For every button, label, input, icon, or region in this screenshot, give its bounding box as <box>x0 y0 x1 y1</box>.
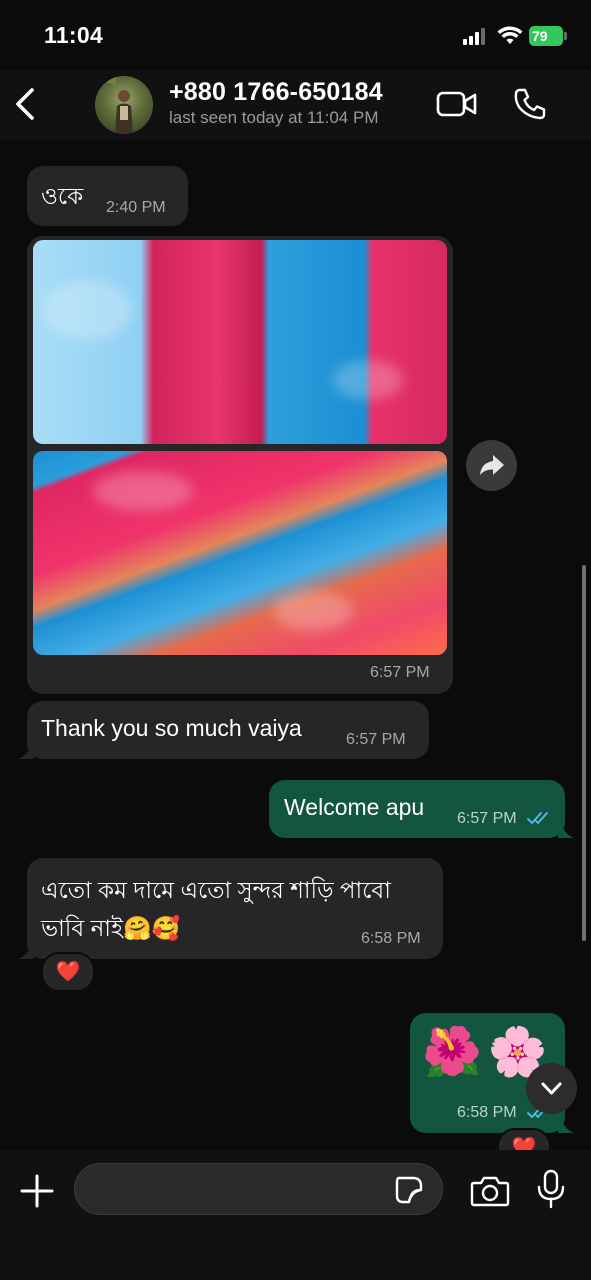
chat-screen: 11:04 79 +880 1766-650184 last seen toda… <box>0 0 591 1280</box>
sticker-icon[interactable] <box>393 1174 425 1206</box>
avatar[interactable] <box>95 76 153 134</box>
message-input[interactable] <box>74 1163 443 1215</box>
message-text: Thank you so much vaiya <box>41 715 302 741</box>
heart-reaction[interactable]: ❤️ <box>41 952 95 992</box>
battery-icon: 79 <box>529 26 567 46</box>
reaction-emoji: ❤️ <box>511 1137 537 1150</box>
read-receipt-icon <box>527 812 548 825</box>
message-time: 6:57 PM <box>370 664 430 681</box>
battery-level: 79 <box>529 26 563 46</box>
status-bar: 11:04 79 <box>0 0 591 70</box>
message-text-line-1: এতো কম দামে এতো সুন্দর শাড়ি পাবো <box>41 877 391 903</box>
wifi-icon <box>497 26 523 44</box>
saree-photo[interactable] <box>33 240 447 444</box>
message-bubble[interactable]: ওকে 2:40 PM <box>27 166 188 226</box>
video-call-icon[interactable] <box>436 89 478 119</box>
bubble-tail <box>18 745 34 759</box>
forward-icon <box>480 455 504 475</box>
bubble-tail <box>18 945 34 959</box>
message-time: 6:57 PM <box>457 810 517 827</box>
message-text: Welcome apu <box>284 794 425 820</box>
message-time: 6:58 PM <box>361 930 421 947</box>
bubble-tail <box>558 1119 574 1133</box>
message-time: 6:58 PM <box>457 1104 517 1121</box>
camera-icon[interactable] <box>470 1174 510 1208</box>
status-time: 11:04 <box>44 22 104 48</box>
scroll-down-button[interactable] <box>526 1063 577 1114</box>
last-seen-status: last seen today at 11:04 PM <box>169 108 379 127</box>
forward-button[interactable] <box>466 440 517 491</box>
message-list[interactable]: ওকে 2:40 PM 6:57 PM Thank you so much va… <box>0 140 591 1150</box>
input-bar <box>0 1150 591 1280</box>
message-bubble[interactable]: এতো কম দামে এতো সুন্দর শাড়ি পাবো ভাবি ন… <box>27 858 443 959</box>
back-icon[interactable] <box>10 84 42 124</box>
heart-reaction[interactable]: ❤️ <box>497 1128 551 1150</box>
photo-album-bubble[interactable]: 6:57 PM <box>27 236 453 694</box>
message-bubble[interactable]: Welcome apu 6:57 PM <box>269 780 565 838</box>
plus-icon[interactable] <box>18 1172 56 1210</box>
message-bubble[interactable]: Thank you so much vaiya 6:57 PM <box>27 701 429 759</box>
message-time: 6:57 PM <box>346 731 406 748</box>
chat-header: +880 1766-650184 last seen today at 11:0… <box>0 70 591 140</box>
message-time: 2:40 PM <box>106 199 166 216</box>
contact-name[interactable]: +880 1766-650184 <box>169 78 383 107</box>
phone-icon[interactable] <box>512 86 548 122</box>
saree-photo[interactable] <box>33 451 447 655</box>
mic-icon[interactable] <box>535 1168 567 1210</box>
message-text-line-2: ভাবি নাই🤗🥰 <box>41 915 181 941</box>
cellular-signal-icon <box>463 28 489 45</box>
reaction-emoji: ❤️ <box>55 961 81 983</box>
message-text: ওকে <box>41 183 84 209</box>
bubble-tail <box>558 824 574 838</box>
scrollbar[interactable] <box>582 565 586 941</box>
chevron-down-icon <box>541 1082 562 1095</box>
